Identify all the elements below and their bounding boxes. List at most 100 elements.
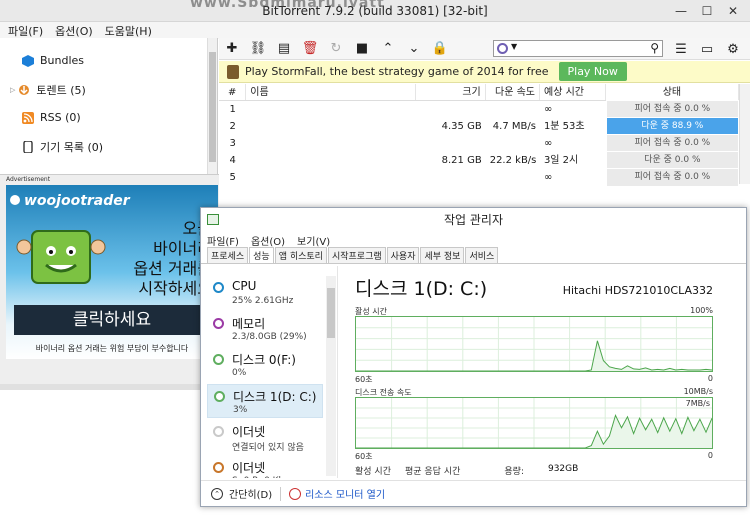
tab-app-history[interactable]: 앱 히스토리 <box>274 247 327 263</box>
expand-arrow-icon[interactable]: ▷ <box>10 86 15 94</box>
col-name[interactable]: 이름 <box>246 84 417 100</box>
disk-title: 디스크 1(D: C:) <box>355 278 488 300</box>
remove-torrent-icon[interactable]: 🗑 <box>297 41 323 56</box>
status-strip <box>0 384 219 390</box>
tab-processes[interactable]: 프로세스 <box>207 247 249 263</box>
remote-icon[interactable]: ▭ <box>694 42 720 57</box>
resource-indicator-icon <box>214 391 225 402</box>
resource-item[interactable]: 디스크 0(F:) 0% <box>207 348 323 382</box>
list-view-icon[interactable]: ☰ <box>668 42 694 57</box>
resource-usage: 연결되어 있지 않음 <box>232 443 304 453</box>
col-eta[interactable]: 예상 시간 <box>540 84 606 100</box>
sidebar-item-label: Bundles <box>40 54 85 67</box>
row-num: 4 <box>229 155 236 166</box>
search-input[interactable]: ▼ ⚲ <box>493 40 663 57</box>
tm-menu-options[interactable]: 옵션(O) <box>251 233 285 248</box>
start-icon[interactable]: ↻ <box>323 41 349 56</box>
resource-list-scrollbar[interactable] <box>326 276 336 476</box>
sidebar-scrollbar[interactable] <box>207 38 217 174</box>
sidebar-item-bundles[interactable]: Bundles <box>22 54 84 67</box>
row-status: 피어 접속 중 0.0 % <box>605 168 739 187</box>
table-row[interactable]: 1 ∞ 피어 접속 중 0.0 % <box>219 100 739 119</box>
stat-capacity-label: 용량: <box>504 467 524 477</box>
add-torrent-icon[interactable]: ✚ <box>219 41 245 56</box>
active-time-max: 100% <box>690 306 713 315</box>
minimize-icon[interactable]: — <box>668 0 694 22</box>
graph-time-label: 60초 <box>355 375 373 384</box>
lock-icon[interactable]: 🔒 <box>427 41 453 56</box>
move-down-icon[interactable]: ⌄ <box>401 41 427 56</box>
play-now-button[interactable]: Play Now <box>558 62 627 81</box>
gear-icon[interactable]: ⚙ <box>720 42 746 57</box>
table-scrollbar[interactable] <box>739 84 750 184</box>
resource-item[interactable]: 이더넷S: 0 R: 0 Kbps <box>207 456 323 478</box>
resource-name: 이더넷 <box>232 461 266 475</box>
chevron-up-icon[interactable]: ⌃ <box>211 487 223 500</box>
tm-menu-file[interactable]: 파일(F) <box>207 233 239 248</box>
menu-options[interactable]: 옵션(O) <box>55 23 92 39</box>
search-icon[interactable]: ⚲ <box>650 41 659 55</box>
ad-banner[interactable]: woojootrader 오늘 바이너리 옵션 거래를 시작하세요 클릭하세요 … <box>6 185 218 359</box>
table-row[interactable]: 4 8.21 GB 22.2 kB/s 3일 2시 다운 중 0.0 % <box>219 151 739 170</box>
menu-help[interactable]: 도움말(H) <box>105 23 152 39</box>
menu-file[interactable]: 파일(F) <box>8 23 43 39</box>
task-manager-tabs: 프로세스 성능 앱 히스토리 시작프로그램 사용자 세부 정보 서비스 <box>201 247 746 264</box>
transfer-rate-chart <box>356 398 712 448</box>
task-manager-titlebar[interactable]: 작업 관리자 <box>201 208 746 232</box>
tab-startup[interactable]: 시작프로그램 <box>327 247 386 263</box>
graph-zero-label: 0 <box>707 374 713 383</box>
resource-indicator-icon <box>213 354 224 365</box>
col-size[interactable]: 크기 <box>416 84 486 100</box>
resource-item[interactable]: 디스크 1(D: C:) 3% <box>207 384 323 418</box>
resource-item[interactable]: 메모리 2.3/8.0GB (29%) <box>207 312 323 346</box>
footer-divider <box>280 486 282 501</box>
col-status[interactable]: 상태 <box>606 84 740 100</box>
sidebar-item-label: RSS (0) <box>40 111 81 124</box>
row-num: 2 <box>229 121 236 132</box>
resource-name: 디스크 0(F:) <box>232 353 296 367</box>
create-torrent-icon[interactable]: ▤ <box>271 41 297 56</box>
maximize-icon[interactable]: ☐ <box>694 0 720 22</box>
stat-capacity-value: 932GB <box>547 464 579 474</box>
open-resource-monitor-link[interactable]: 리소스 모니터 열기 <box>305 486 385 501</box>
move-up-icon[interactable]: ⌃ <box>375 41 401 56</box>
chevron-down-icon[interactable]: ▼ <box>511 42 517 51</box>
table-row[interactable]: 5 ∞ 피어 접속 중 0.0 % <box>219 168 739 187</box>
ad-cta-button[interactable]: 클릭하세요 <box>14 305 210 335</box>
resource-monitor-icon <box>289 487 302 500</box>
row-eta: 1분 53초 <box>543 121 585 132</box>
sidebar-item-devices[interactable]: 기기 목록 (0) <box>22 139 103 155</box>
tm-menu-view[interactable]: 보기(V) <box>297 233 330 248</box>
promo-text[interactable]: Play StormFall, the best strategy game o… <box>245 65 549 78</box>
add-link-icon[interactable]: ⛓ <box>245 41 271 56</box>
col-num[interactable]: # <box>219 84 247 100</box>
sidebar-item-torrents[interactable]: ▷ 토렌트 (5) <box>10 82 86 98</box>
table-header: # 이름 크기 다운 속도 예상 시간 상태 <box>219 84 740 101</box>
bittorrent-titlebar[interactable]: www.Sbdmimaru.ivatt BitTorrent 7.9.2 (bu… <box>0 0 750 22</box>
row-speed: 22.2 kB/s <box>489 155 537 166</box>
money-character-icon <box>16 230 106 284</box>
table-row[interactable]: 2 4.35 GB 4.7 MB/s 1분 53초 다운 중 88.9 % <box>219 117 739 136</box>
resource-item[interactable]: CPU 25% 2.61GHz <box>207 276 323 310</box>
tab-performance[interactable]: 성능 <box>249 247 274 263</box>
table-row[interactable]: 3 ∞ 피어 접속 중 0.0 % <box>219 134 739 153</box>
row-eta: ∞ <box>543 104 553 115</box>
stop-icon[interactable]: ■ <box>349 41 375 56</box>
tab-details[interactable]: 세부 정보 <box>420 247 465 263</box>
bittorrent-sidebar: Bundles ▷ 토렌트 (5) RSS (0) 기기 목록 (0) <box>0 38 218 174</box>
search-engine-icon[interactable] <box>497 43 508 54</box>
promo-bar: Play StormFall, the best strategy game o… <box>219 61 750 83</box>
sidebar-scrollbar-thumb[interactable] <box>209 52 216 162</box>
game-icon <box>227 64 239 79</box>
ad-disclaimer: 바이너리 옵션 거래는 위험 부담이 부수합니다 <box>35 344 189 353</box>
tab-users[interactable]: 사용자 <box>386 247 420 263</box>
close-icon[interactable]: ✕ <box>720 0 746 22</box>
sidebar-item-rss[interactable]: RSS (0) <box>22 111 81 124</box>
resource-item[interactable]: 이더넷 연결되어 있지 않음 <box>207 420 323 454</box>
col-speed[interactable]: 다운 속도 <box>486 84 540 100</box>
resource-list-scrollbar-thumb[interactable] <box>327 288 335 338</box>
resource-usage: S: 0 R: 0 Kbps <box>232 476 295 478</box>
tab-services[interactable]: 서비스 <box>465 247 499 263</box>
brief-button[interactable]: 간단히(D) <box>229 486 272 501</box>
row-eta: ∞ <box>543 138 553 149</box>
